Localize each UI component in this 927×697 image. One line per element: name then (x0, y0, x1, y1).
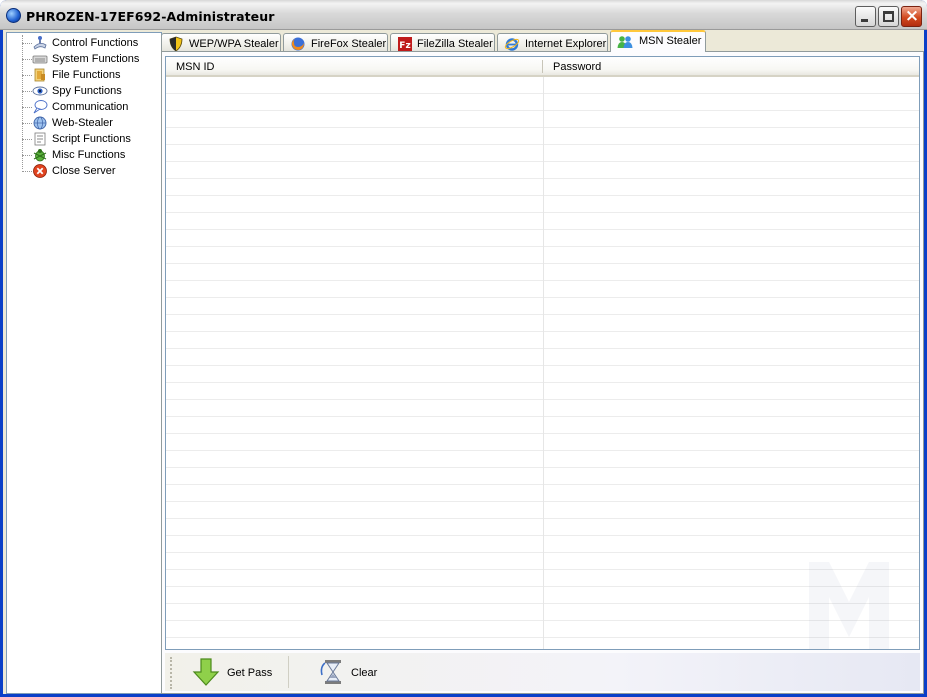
tab-label: WEP/WPA Stealer (189, 38, 279, 50)
clear-label: Clear (351, 667, 378, 679)
tab-msn-stealer[interactable]: MSN Stealer (610, 30, 706, 52)
watermark-logo (809, 562, 889, 649)
tab-label: MSN Stealer (639, 35, 702, 47)
tab-firefox-stealer[interactable]: FireFox Stealer (283, 33, 388, 52)
tree-branch (22, 139, 32, 140)
svg-text:Fz: Fz (399, 41, 410, 51)
column-label: MSN ID (176, 61, 215, 73)
tree-branch (22, 43, 32, 44)
credentials-list[interactable]: MSN ID Password (165, 56, 920, 650)
sidebar-item-close-server[interactable]: Close Server (7, 163, 161, 179)
list-header: MSN ID Password (166, 57, 919, 77)
tab-strip: WEP/WPA Stealer FireFox Stealer Fz FileZ… (161, 30, 924, 52)
column-header-msn-id[interactable]: MSN ID (166, 57, 543, 75)
sidebar-item-spy-functions[interactable]: Spy Functions (7, 83, 161, 99)
sidebar-item-label: File Functions (52, 69, 121, 81)
app-window: PHROZEN-17EF692-Administrateur × Control… (0, 0, 927, 697)
close-button[interactable]: × (901, 6, 922, 27)
sidebar-item-system-functions[interactable]: System Functions (7, 51, 161, 67)
maximize-button[interactable] (878, 6, 899, 27)
function-tree[interactable]: Control Functions System Functions File … (6, 32, 162, 694)
window-title: PHROZEN-17EF692-Administrateur (26, 9, 275, 24)
minimize-button[interactable] (855, 6, 876, 27)
sidebar-item-label: Web-Stealer (52, 117, 113, 129)
sidebar-item-file-functions[interactable]: File Functions (7, 67, 161, 83)
tree-branch (22, 107, 32, 108)
msn-stealer-panel: MSN ID Password Get Pass Clear (161, 51, 924, 694)
eye-icon (32, 86, 48, 96)
sidebar-item-label: Misc Functions (52, 149, 126, 161)
sidebar-item-label: System Functions (52, 53, 140, 65)
ie-icon (504, 38, 520, 51)
tab-label: FireFox Stealer (311, 38, 387, 50)
msn-icon (617, 36, 633, 48)
minimize-icon (861, 19, 868, 22)
sidebar-item-web-stealer[interactable]: Web-Stealer (7, 115, 161, 131)
tab-label: FileZilla Stealer (417, 38, 493, 50)
sidebar-item-label: Control Functions (52, 37, 139, 49)
action-toolbar: Get Pass Clear (165, 653, 920, 691)
keyboard-icon (32, 55, 48, 64)
sidebar-item-label: Close Server (52, 165, 116, 177)
column-label: Password (553, 61, 602, 73)
firefox-icon (291, 37, 305, 51)
tree-branch (22, 59, 32, 60)
sidebar-item-script-functions[interactable]: Script Functions (7, 131, 161, 147)
sidebar-item-misc-functions[interactable]: Misc Functions (7, 147, 161, 163)
sidebar-item-label: Script Functions (52, 133, 131, 145)
client-area: Control Functions System Functions File … (3, 30, 924, 694)
tab-internet-explorer[interactable]: Internet Explorer (497, 33, 608, 52)
column-header-password[interactable]: Password (543, 57, 919, 75)
folder-icon (34, 68, 45, 82)
tree-branch (22, 123, 32, 124)
close-server-icon (33, 164, 47, 178)
get-pass-label: Get Pass (227, 667, 273, 679)
hourglass-icon (320, 660, 341, 684)
tab-label: Internet Explorer (525, 38, 607, 50)
tree-branch (22, 171, 32, 172)
sidebar-item-control-functions[interactable]: Control Functions (7, 35, 161, 51)
tab-wep-wpa-stealer[interactable]: WEP/WPA Stealer (161, 33, 281, 52)
toolbar-grip[interactable] (170, 657, 172, 689)
app-icon (6, 8, 21, 23)
filezilla-icon: Fz (398, 37, 412, 51)
maximize-icon (883, 11, 894, 22)
toolbar-separator (288, 656, 289, 688)
tree-branch (22, 75, 32, 76)
joystick-icon (33, 36, 47, 50)
tab-filezilla-stealer[interactable]: Fz FileZilla Stealer (390, 33, 495, 52)
tree-branch (22, 91, 32, 92)
close-icon: × (904, 6, 920, 26)
sidebar-item-label: Communication (52, 101, 129, 113)
sidebar-item-communication[interactable]: Communication (7, 99, 161, 115)
download-arrow-icon (192, 658, 220, 686)
tree-branch (22, 155, 32, 156)
get-pass-button[interactable]: Get Pass (190, 655, 280, 689)
title-bar[interactable]: PHROZEN-17EF692-Administrateur × (0, 0, 927, 30)
shield-icon (169, 36, 183, 52)
sidebar-item-label: Spy Functions (52, 85, 122, 97)
clear-button[interactable]: Clear (317, 655, 397, 689)
bug-icon (33, 149, 47, 162)
chat-icon (33, 100, 48, 114)
script-icon (34, 132, 46, 146)
globe-icon (33, 116, 47, 130)
